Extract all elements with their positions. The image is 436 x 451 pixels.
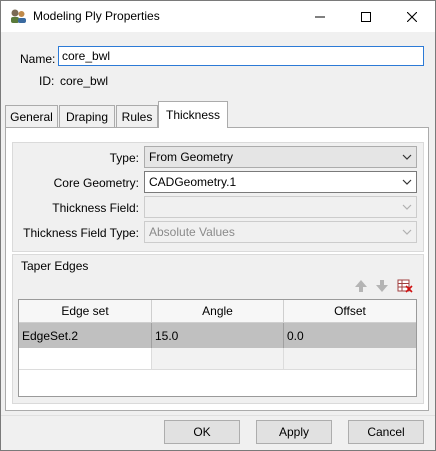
taper-edges-title: Taper Edges <box>21 259 89 273</box>
empty-cell <box>152 348 284 370</box>
close-button[interactable] <box>389 1 435 32</box>
column-header-label: Offset <box>334 304 366 318</box>
cell-edge-set[interactable]: EdgeSet.2 <box>19 323 152 348</box>
id-label: ID: <box>39 74 55 88</box>
thickness-field-combo <box>144 196 417 218</box>
minimize-button[interactable] <box>297 1 343 32</box>
chevron-down-icon <box>402 154 412 160</box>
id-value: core_bwl <box>60 74 109 88</box>
column-header-offset[interactable]: Offset <box>284 300 416 323</box>
column-header-label: Edge set <box>61 304 109 318</box>
name-label: Name: <box>20 52 56 66</box>
column-header-label: Angle <box>202 304 233 318</box>
tab-draping[interactable]: Draping <box>59 105 115 127</box>
cancel-button[interactable]: Cancel <box>348 420 424 444</box>
chevron-down-icon <box>402 204 412 210</box>
chevron-down-icon <box>402 179 412 185</box>
title-bar: Modeling Ply Properties <box>1 1 435 32</box>
taper-edges-table: Edge set Angle Offset EdgeSet.2 15.0 0.0 <box>18 299 417 397</box>
button-bar-separator <box>1 415 435 416</box>
maximize-button[interactable] <box>343 1 389 32</box>
cell-angle[interactable]: 15.0 <box>152 323 284 348</box>
delete-table-icon[interactable] <box>397 278 413 294</box>
dialog-window: Modeling Ply Properties Name: ID: core_b… <box>0 0 436 451</box>
type-value: From Geometry <box>149 150 234 164</box>
apply-button[interactable]: Apply <box>256 420 332 444</box>
tab-rules[interactable]: Rules <box>116 105 158 127</box>
chevron-down-icon <box>402 229 412 235</box>
cell-offset[interactable]: 0.0 <box>284 323 416 348</box>
core-geometry-combo[interactable]: CADGeometry.1 <box>144 171 417 193</box>
column-header-angle[interactable]: Angle <box>152 300 284 323</box>
empty-cell <box>284 348 416 370</box>
tab-label: Draping <box>65 109 109 124</box>
tab-general[interactable]: General <box>5 105 58 127</box>
window-title: Modeling Ply Properties <box>33 9 160 23</box>
core-geometry-label: Core Geometry: <box>53 176 139 190</box>
close-icon <box>407 11 417 22</box>
empty-cell <box>19 348 152 370</box>
thickness-field-type-value: Absolute Values <box>149 225 235 239</box>
ok-button[interactable]: OK <box>164 420 240 444</box>
tab-thickness[interactable]: Thickness <box>158 101 228 128</box>
maximize-icon <box>361 11 371 22</box>
type-combo[interactable]: From Geometry <box>144 146 417 168</box>
type-label: Type: <box>109 151 139 165</box>
tab-label: Rules <box>121 109 153 124</box>
modeling-ply-app-icon <box>11 9 26 23</box>
minimize-icon <box>315 16 325 17</box>
move-up-icon[interactable] <box>353 278 369 294</box>
column-header-edge-set[interactable]: Edge set <box>19 300 152 323</box>
thickness-field-type-combo: Absolute Values <box>144 221 417 243</box>
core-geometry-value: CADGeometry.1 <box>149 175 237 189</box>
tab-label: Thickness <box>165 108 221 122</box>
name-input[interactable] <box>58 46 424 66</box>
tab-label: General <box>10 109 53 124</box>
thickness-field-type-label: Thickness Field Type: <box>23 226 139 240</box>
move-down-icon[interactable] <box>374 278 390 294</box>
thickness-field-label: Thickness Field: <box>52 201 139 215</box>
